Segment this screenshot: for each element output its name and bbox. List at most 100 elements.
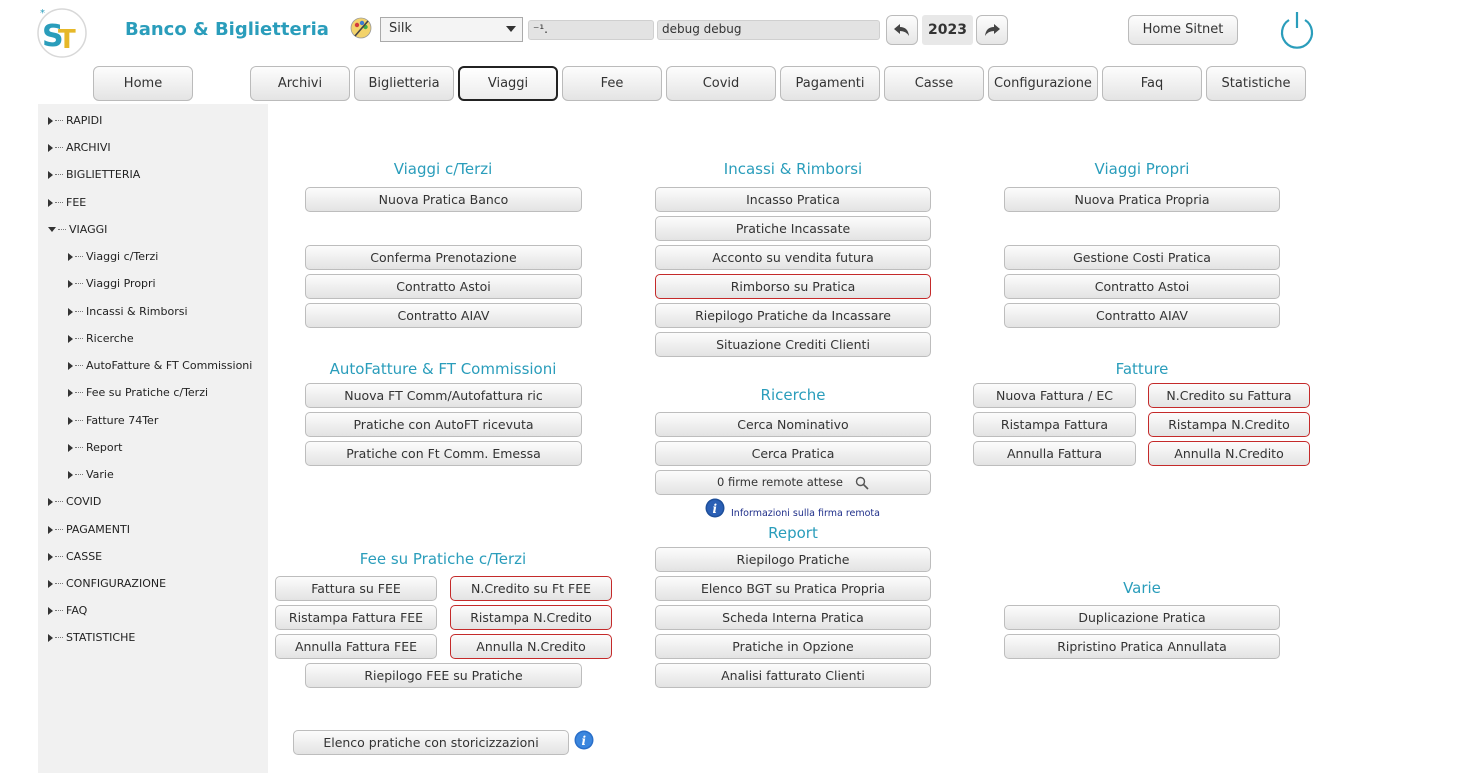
ncredito-su-ft-fee-button[interactable]: N.Credito su Ft FEE: [450, 576, 612, 601]
firme-remote-button[interactable]: 0 firme remote attese: [655, 470, 931, 495]
tab-faq[interactable]: Faq: [1102, 66, 1202, 101]
contratto-astoi-button[interactable]: Contratto Astoi: [305, 274, 582, 299]
prev-year-button[interactable]: [886, 15, 918, 45]
home-sitnet-button[interactable]: Home Sitnet: [1128, 15, 1238, 45]
annulla-fattura-button[interactable]: Annulla Fattura: [973, 441, 1136, 466]
tab-pagamenti[interactable]: Pagamenti: [780, 66, 880, 101]
nuova-ft-comm-button[interactable]: Nuova FT Comm/Autofattura ric: [305, 383, 582, 408]
sidebar-item-fee-terzi[interactable]: Fee su Pratiche c/Terzi: [68, 386, 208, 399]
tab-covid[interactable]: Covid: [666, 66, 776, 101]
firme-remote-label: 0 firme remote attese: [717, 475, 843, 489]
info-icon[interactable]: i: [705, 498, 725, 518]
tab-casse[interactable]: Casse: [884, 66, 984, 101]
section-title-fatture: Fatture: [1115, 360, 1169, 378]
theme-select-value: Silk: [389, 21, 413, 36]
nuova-pratica-banco-button[interactable]: Nuova Pratica Banco: [305, 187, 582, 212]
ristampa-ncredito-button[interactable]: Ristampa N.Credito: [1148, 412, 1310, 437]
ristampa-fattura-button[interactable]: Ristampa Fattura: [973, 412, 1136, 437]
sidebar-item-label: Fatture 74Ter: [86, 414, 159, 427]
tab-biglietteria[interactable]: Biglietteria: [354, 66, 454, 101]
sidebar-item-report[interactable]: Report: [68, 441, 122, 454]
sidebar-item-archivi[interactable]: ARCHIVI: [48, 141, 111, 154]
next-year-button[interactable]: [976, 15, 1008, 45]
expand-icon: [48, 606, 53, 615]
riepilogo-da-incassare-button[interactable]: Riepilogo Pratiche da Incassare: [655, 303, 931, 328]
expand-icon: [68, 470, 73, 479]
sidebar-item-configurazione[interactable]: CONFIGURAZIONE: [48, 577, 166, 590]
pratiche-ft-comm-button[interactable]: Pratiche con Ft Comm. Emessa: [305, 441, 582, 466]
pratiche-incassate-button[interactable]: Pratiche Incassate: [655, 216, 931, 241]
sidebar-item-autofatture[interactable]: AutoFatture & FT Commissioni: [68, 359, 252, 372]
cerca-pratica-button[interactable]: Cerca Pratica: [655, 441, 931, 466]
nuova-pratica-propria-button[interactable]: Nuova Pratica Propria: [1004, 187, 1280, 212]
sidebar-item-biglietteria[interactable]: BIGLIETTERIA: [48, 168, 140, 181]
theme-select[interactable]: Silk: [380, 17, 523, 42]
tab-fee[interactable]: Fee: [562, 66, 662, 101]
expand-icon: [48, 525, 53, 534]
fattura-su-fee-button[interactable]: Fattura su FEE: [275, 576, 437, 601]
duplicazione-pratica-button[interactable]: Duplicazione Pratica: [1004, 605, 1280, 630]
sidebar-item-viaggi-propri[interactable]: Viaggi Propri: [68, 277, 156, 290]
expand-icon: [68, 279, 73, 288]
magnifier-icon: [855, 476, 869, 490]
sidebar-item-statistiche[interactable]: STATISTICHE: [48, 631, 135, 644]
ristampa-fattura-fee-button[interactable]: Ristampa Fattura FEE: [275, 605, 437, 630]
situazione-crediti-button[interactable]: Situazione Crediti Clienti: [655, 332, 931, 357]
power-icon[interactable]: [1278, 10, 1316, 50]
cerca-nominativo-button[interactable]: Cerca Nominativo: [655, 412, 931, 437]
expand-icon: [68, 307, 73, 316]
sidebar-item-incassi[interactable]: Incassi & Rimborsi: [68, 305, 188, 318]
ncredito-su-fattura-button[interactable]: N.Credito su Fattura: [1148, 383, 1310, 408]
sidebar-item-ricerche[interactable]: Ricerche: [68, 332, 134, 345]
sidebar-item-fee[interactable]: FEE: [48, 196, 86, 209]
sidebar-item-casse[interactable]: CASSE: [48, 550, 102, 563]
sidebar-item-label: VIAGGI: [69, 223, 108, 236]
tab-viaggi[interactable]: Viaggi: [458, 66, 558, 101]
riepilogo-pratiche-button[interactable]: Riepilogo Pratiche: [655, 547, 931, 572]
tab-configurazione[interactable]: Configurazione: [988, 66, 1098, 101]
arrow-left-icon: [894, 24, 909, 36]
app-title: Banco & Biglietteria: [125, 19, 329, 40]
nuova-fattura-button[interactable]: Nuova Fattura / EC: [973, 383, 1136, 408]
gestione-costi-button[interactable]: Gestione Costi Pratica: [1004, 245, 1280, 270]
tab-archivi[interactable]: Archivi: [250, 66, 350, 101]
riepilogo-fee-button[interactable]: Riepilogo FEE su Pratiche: [305, 663, 582, 688]
sidebar-item-viaggi-terzi[interactable]: Viaggi c/Terzi: [68, 250, 158, 263]
incasso-pratica-button[interactable]: Incasso Pratica: [655, 187, 931, 212]
sidebar-item-faq[interactable]: FAQ: [48, 604, 87, 617]
sidebar-item-pagamenti[interactable]: PAGAMENTI: [48, 523, 130, 536]
elenco-bgt-button[interactable]: Elenco BGT su Pratica Propria: [655, 576, 931, 601]
section-title-viaggi-terzi: Viaggi c/Terzi: [393, 160, 493, 178]
tab-statistiche[interactable]: Statistiche: [1206, 66, 1306, 101]
svg-text:i: i: [713, 502, 718, 516]
pratiche-autoft-button[interactable]: Pratiche con AutoFT ricevuta: [305, 412, 582, 437]
contratto-aiav-button[interactable]: Contratto AIAV: [305, 303, 582, 328]
contratto-aiav-propri-button[interactable]: Contratto AIAV: [1004, 303, 1280, 328]
sidebar-item-label: Varie: [86, 468, 114, 481]
scheda-interna-button[interactable]: Scheda Interna Pratica: [655, 605, 931, 630]
acconto-vendita-futura-button[interactable]: Acconto su vendita futura: [655, 245, 931, 270]
collapse-icon: [48, 227, 56, 232]
sidebar-item-covid[interactable]: COVID: [48, 495, 101, 508]
info-icon[interactable]: i: [574, 730, 594, 750]
rimborso-su-pratica-button[interactable]: Rimborso su Pratica: [655, 274, 931, 299]
analisi-fatturato-button[interactable]: Analisi fatturato Clienti: [655, 663, 931, 688]
sidebar-item-viaggi[interactable]: VIAGGI: [48, 223, 107, 236]
tab-home[interactable]: Home: [93, 66, 193, 101]
expand-icon: [48, 579, 53, 588]
annulla-fattura-fee-button[interactable]: Annulla Fattura FEE: [275, 634, 437, 659]
pratiche-opzione-button[interactable]: Pratiche in Opzione: [655, 634, 931, 659]
svg-text:i: i: [582, 734, 587, 748]
elenco-storicizzazioni-button[interactable]: Elenco pratiche con storicizzazioni: [293, 730, 569, 755]
ristampa-ncredito-fee-button[interactable]: Ristampa N.Credito: [450, 605, 612, 630]
palette-icon[interactable]: [349, 16, 373, 40]
annulla-ncredito-button[interactable]: Annulla N.Credito: [1148, 441, 1310, 466]
sidebar-item-fatture-74ter[interactable]: Fatture 74Ter: [68, 414, 158, 427]
firma-remota-info-link[interactable]: Informazioni sulla firma remota: [731, 508, 880, 519]
sidebar-item-varie[interactable]: Varie: [68, 468, 114, 481]
conferma-prenotazione-button[interactable]: Conferma Prenotazione: [305, 245, 582, 270]
annulla-ncredito-fee-button[interactable]: Annulla N.Credito: [450, 634, 612, 659]
ripristino-pratica-button[interactable]: Ripristino Pratica Annullata: [1004, 634, 1280, 659]
contratto-astoi-propri-button[interactable]: Contratto Astoi: [1004, 274, 1280, 299]
sidebar-item-rapidi[interactable]: RAPIDI: [48, 114, 102, 127]
